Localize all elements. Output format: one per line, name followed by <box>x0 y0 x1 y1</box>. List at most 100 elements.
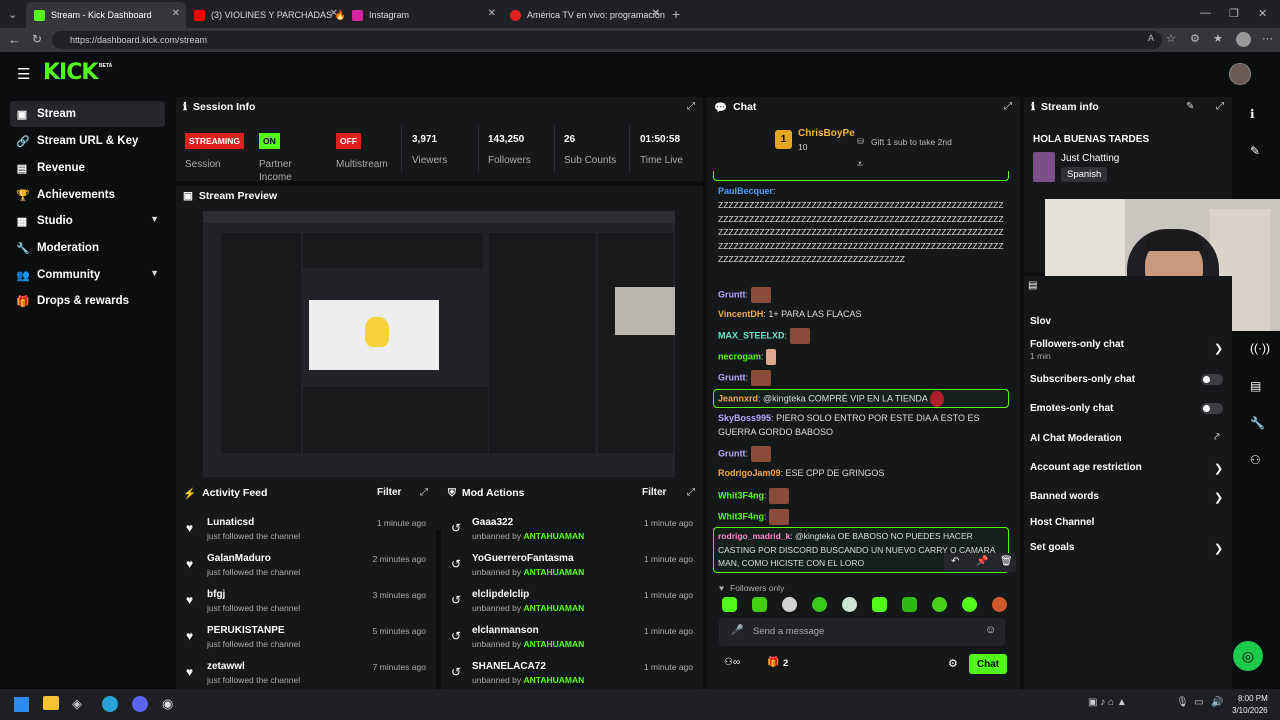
minimize-icon[interactable]: — <box>1200 7 1211 19</box>
mod-action-username[interactable]: elclipdelclip <box>472 589 529 600</box>
clock-date[interactable]: 3/10/2026 <box>1232 706 1268 715</box>
chat-username[interactable]: Gruntt <box>718 372 746 382</box>
chat-username[interactable]: VincentDH <box>718 309 763 319</box>
hamburger-menu-icon[interactable]: ☰ <box>17 65 30 83</box>
emote-image[interactable] <box>752 597 767 612</box>
clock-time[interactable]: 8:00 PM <box>1238 694 1268 703</box>
browser-tab-america[interactable]: América TV en vivo: programación ✕ <box>502 2 666 28</box>
expand-icon[interactable]: ⤢ <box>1216 101 1224 112</box>
emote-image[interactable] <box>872 597 887 612</box>
activity-username[interactable]: Lunaticsd <box>207 517 254 528</box>
followers-only-chat-label[interactable]: Followers-only chat <box>1030 339 1124 350</box>
chat-settings-gear-icon[interactable]: ⚙ <box>948 657 958 670</box>
collapse-icon[interactable]: ⩡ <box>857 159 863 170</box>
reload-icon[interactable]: ↻ <box>32 32 42 46</box>
network-icon[interactable]: ▭ <box>1194 697 1203 708</box>
chevron-right-icon[interactable]: ❯ <box>1214 342 1223 355</box>
obs-icon[interactable]: ◉ <box>162 696 173 712</box>
chat-username[interactable]: Gruntt <box>718 448 746 458</box>
moderator-name[interactable]: ANTAHUAMAN <box>524 531 585 541</box>
stream-video[interactable] <box>203 211 675 477</box>
extensions-icon[interactable]: ⚙ <box>1190 32 1200 45</box>
chat-username[interactable]: SkyBoss995 <box>718 413 771 423</box>
chat-username[interactable]: PaulBecquer <box>718 186 773 196</box>
category-name[interactable]: Just Chatting <box>1061 153 1119 164</box>
profile-avatar[interactable] <box>1236 32 1251 47</box>
chat-username[interactable]: RodrigoJam09 <box>718 468 781 478</box>
mod-action-username[interactable]: Gaaa322 <box>472 517 513 528</box>
browser-tab-instagram[interactable]: Instagram ✕ <box>344 2 502 28</box>
activity-filter-button[interactable]: Filter <box>377 487 401 498</box>
user-avatar[interactable] <box>1229 63 1251 85</box>
emoji-icon[interactable]: ☺ <box>985 624 996 636</box>
external-link-icon[interactable]: ⤤ <box>1214 432 1220 443</box>
volume-icon[interactable]: 🔊 <box>1211 697 1223 708</box>
activity-username[interactable]: PERUKISTANPE <box>207 625 285 636</box>
microphone-tray-icon[interactable]: 🎙 <box>1176 697 1189 708</box>
emote-image[interactable] <box>962 597 977 612</box>
chat-username[interactable]: Whit3F4ng <box>718 490 764 500</box>
edge-icon[interactable] <box>102 696 118 712</box>
support-chat-icon[interactable]: ◎ <box>1233 641 1263 671</box>
sidebar-item-moderation[interactable]: 🔧 Moderation <box>10 235 165 261</box>
mod-action-username[interactable]: YoGuerreroFantasma <box>472 553 574 564</box>
chat-list-icon[interactable]: ▤ <box>1250 379 1261 393</box>
multistream-off-badge[interactable]: OFF <box>336 133 361 149</box>
emote-image[interactable] <box>722 597 737 612</box>
favorite-star-icon[interactable]: ☆ <box>1166 32 1176 45</box>
tab-menu-icon[interactable]: ⌄ <box>8 8 17 21</box>
sidebar-item-drops-rewards[interactable]: 🎁 Drops & rewards <box>10 288 165 314</box>
activity-username[interactable]: GalanMaduro <box>207 553 271 564</box>
moderator-name[interactable]: ANTAHUAMAN <box>524 603 585 613</box>
favorites-icon[interactable]: ★ <box>1213 32 1223 45</box>
moderator-name[interactable]: ANTAHUAMAN <box>524 675 585 685</box>
chevron-right-icon[interactable]: ❯ <box>1214 462 1223 475</box>
microphone-icon[interactable]: 🎤 <box>731 625 743 636</box>
windows-start-icon[interactable] <box>14 697 29 712</box>
sidebar-item-revenue[interactable]: ▤ Revenue <box>10 155 165 181</box>
chat-username[interactable]: MAX_STEELXD <box>718 330 785 340</box>
browser-tab-youtube[interactable]: (3) VIOLINES Y PARCHADAS 🔥 KIN ✕ <box>186 2 344 28</box>
sidebar-item-community[interactable]: 👥 Community ▼ <box>10 262 165 288</box>
sidebar-item-studio[interactable]: ▦ Studio ▼ <box>10 208 165 234</box>
users-icon[interactable]: ⚇∞ <box>724 657 740 668</box>
emote-image[interactable] <box>932 597 947 612</box>
chat-username[interactable]: Jeannxrd <box>718 393 758 403</box>
mod-filter-button[interactable]: Filter <box>642 487 666 498</box>
sidebar-item-stream[interactable]: ▣ Stream <box>10 101 165 127</box>
sidebar-item-achievements[interactable]: 🏆 Achievements <box>10 182 165 208</box>
expand-icon[interactable]: ⤢ <box>687 101 695 112</box>
community-icon[interactable]: ⚇ <box>1250 453 1261 467</box>
chat-username[interactable]: necrogam <box>718 351 761 361</box>
tab-close-icon[interactable]: ✕ <box>652 8 660 19</box>
partner-on-badge[interactable]: ON <box>259 133 280 149</box>
sidebar-item-stream-url-key[interactable]: 🔗 Stream URL & Key <box>10 128 165 154</box>
chat-username[interactable]: Whit3F4ng <box>718 511 764 521</box>
chevron-right-icon[interactable]: ❯ <box>1214 542 1223 555</box>
emote-image[interactable] <box>782 597 797 612</box>
moderator-name[interactable]: ANTAHUAMAN <box>524 639 585 649</box>
back-icon[interactable]: ← <box>8 32 21 47</box>
activity-username[interactable]: bfgj <box>207 589 225 600</box>
host-channel-label[interactable]: Host Channel <box>1030 517 1094 528</box>
age-restriction-label[interactable]: Account age restriction <box>1030 462 1142 473</box>
info-icon[interactable]: ℹ <box>1250 107 1255 121</box>
broadcast-icon[interactable]: ((·)) <box>1250 341 1270 355</box>
banned-words-label[interactable]: Banned words <box>1030 491 1099 502</box>
mod-action-username[interactable]: SHANELACA72 <box>472 661 546 672</box>
tab-close-icon[interactable]: ✕ <box>172 8 180 19</box>
gift-box-icon[interactable]: 🎁 <box>767 657 779 668</box>
chat-username[interactable]: Gruntt <box>718 289 746 299</box>
expand-icon[interactable]: ⤢ <box>420 487 428 498</box>
chevron-right-icon[interactable]: ❯ <box>1214 491 1223 504</box>
edit-pencil-icon[interactable]: ✎ <box>1186 101 1194 112</box>
new-tab-icon[interactable]: + <box>672 6 680 22</box>
expand-icon[interactable]: ⤢ <box>1004 101 1012 112</box>
expand-icon[interactable]: ⤢ <box>687 487 695 498</box>
emote-image[interactable] <box>992 597 1007 612</box>
tray-icons[interactable]: ▣ ♪ ⌂ ▲ <box>1088 697 1127 708</box>
moderator-name[interactable]: ANTAHUAMAN <box>524 567 585 577</box>
edit-pencil-icon[interactable]: ✎ <box>1250 144 1260 158</box>
emote-image[interactable] <box>902 597 917 612</box>
delete-icon[interactable]: 🗑 <box>1000 556 1013 567</box>
